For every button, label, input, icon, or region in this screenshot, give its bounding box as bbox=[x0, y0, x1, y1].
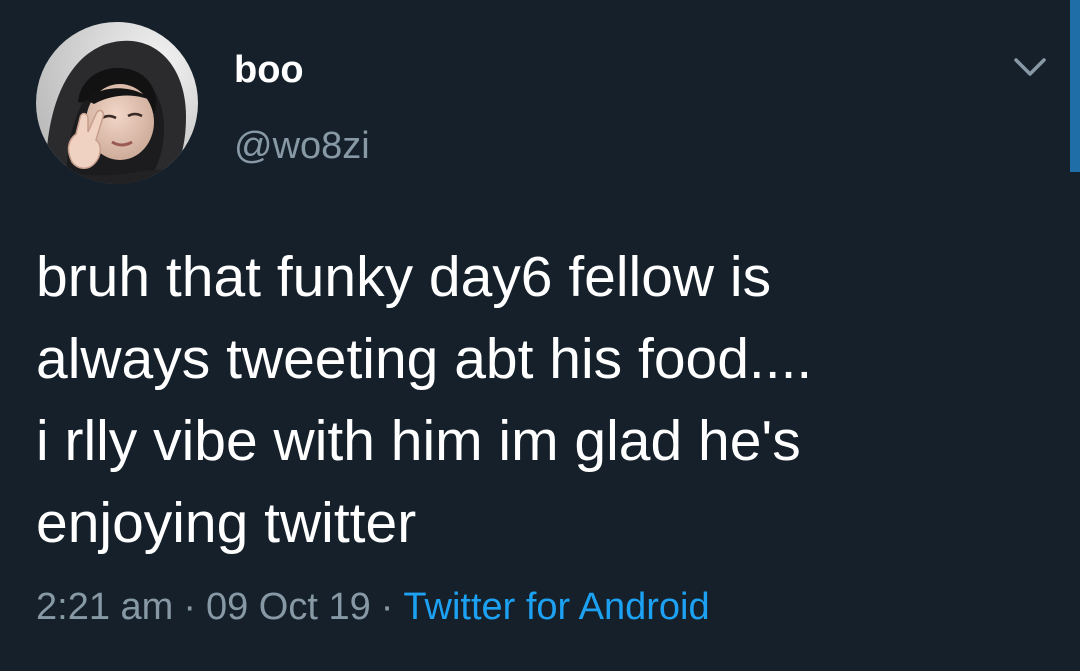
tweet-date: 09 Oct 19 bbox=[205, 586, 371, 628]
avatar[interactable] bbox=[36, 22, 198, 184]
scroll-indicator[interactable] bbox=[1070, 0, 1080, 172]
chevron-down-icon bbox=[1014, 58, 1046, 76]
tweet-text-line: always tweeting abt his food.... bbox=[36, 327, 813, 391]
user-handle[interactable]: @wo8zi bbox=[234, 124, 370, 168]
avatar-photo bbox=[36, 22, 198, 184]
tweet-text-line: bruh that funky day6 fellow is bbox=[36, 245, 772, 309]
tweet-text-line: i rlly vibe with him im glad he's bbox=[36, 409, 801, 473]
tweet-text-line: enjoying twitter bbox=[36, 491, 417, 555]
tweet-text: bruh that funky day6 fellow is always tw… bbox=[36, 236, 1046, 564]
separator: · bbox=[380, 586, 394, 628]
tweet-time: 2:21 am bbox=[36, 586, 174, 628]
separator: · bbox=[183, 586, 196, 628]
display-name[interactable]: boo bbox=[234, 48, 304, 92]
tweet-metadata: 2:21 am · 09 Oct 19 · Twitter for Android bbox=[36, 585, 710, 629]
tweet-source-link[interactable]: Twitter for Android bbox=[403, 586, 709, 628]
tweet-menu-button[interactable] bbox=[1010, 50, 1050, 84]
tweet-detail: boo @wo8zi bruh that funky day6 fellow i… bbox=[0, 0, 1080, 671]
